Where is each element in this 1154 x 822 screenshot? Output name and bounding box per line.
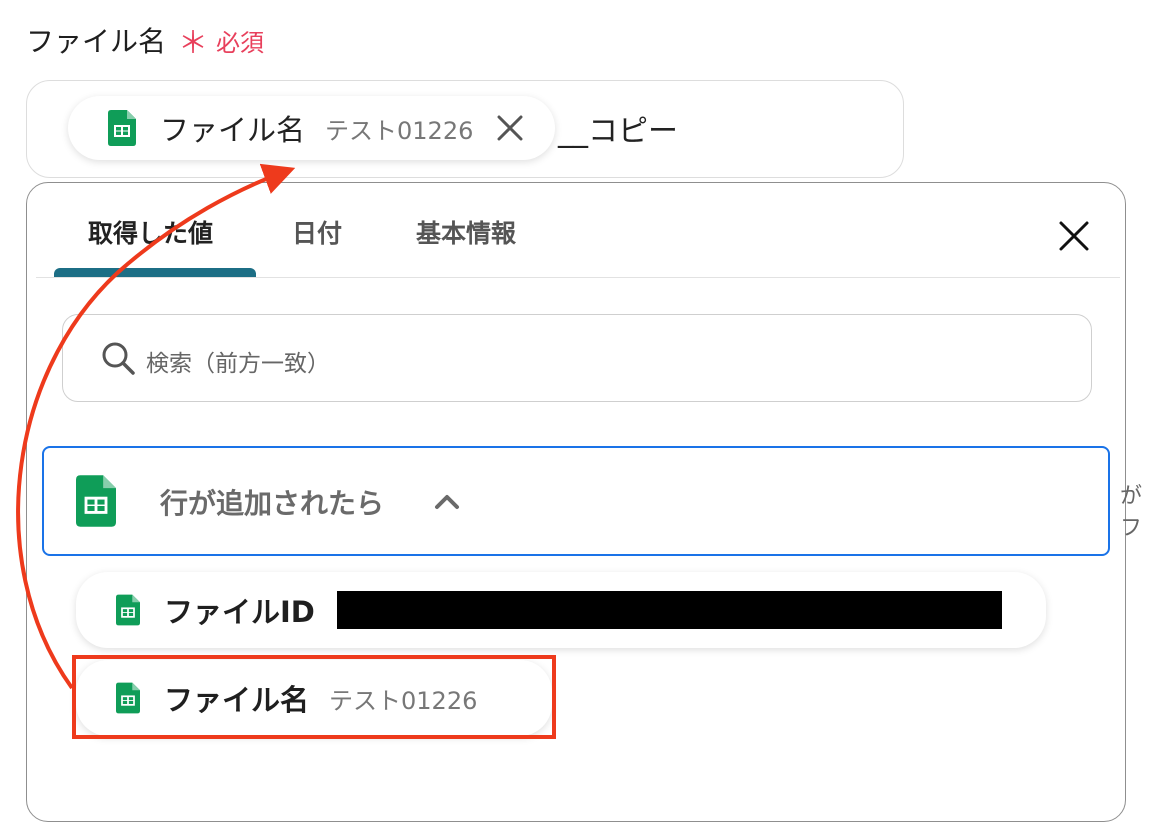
tab-acquired-values[interactable]: 取得した値: [88, 214, 213, 250]
highlight-box: [72, 655, 556, 739]
chip-value: テスト01226: [325, 116, 474, 145]
required-mark: ＊: [178, 26, 209, 61]
field-label-text: ファイル名: [26, 25, 167, 58]
chip-remove-icon[interactable]: [495, 113, 525, 143]
value-chip-file-name[interactable]: ファイル名 テスト01226: [68, 96, 556, 160]
field-label: ファイル名 ＊ 必須: [26, 18, 264, 62]
chevron-up-icon[interactable]: [432, 490, 462, 512]
tab-date[interactable]: 日付: [292, 214, 342, 250]
google-sheets-icon: [108, 110, 136, 146]
item-label: ファイルID: [164, 595, 315, 629]
required-text: 必須: [216, 28, 265, 57]
search-placeholder: 検索（前方一致）: [146, 351, 330, 377]
google-sheets-icon: [76, 475, 116, 527]
tab-basic-info[interactable]: 基本情報: [416, 214, 516, 250]
redacted-value: [337, 591, 1002, 629]
group-title: 行が追加されたら: [160, 487, 385, 520]
google-sheets-icon: [116, 594, 140, 626]
chip-label: ファイル名: [160, 113, 306, 147]
close-icon[interactable]: [1056, 218, 1092, 254]
clipped-side-text: がフ: [1120, 484, 1143, 541]
search-icon: [102, 342, 135, 375]
tabs-divider: [36, 277, 1120, 278]
input-suffix-text: __コピー: [558, 114, 678, 149]
